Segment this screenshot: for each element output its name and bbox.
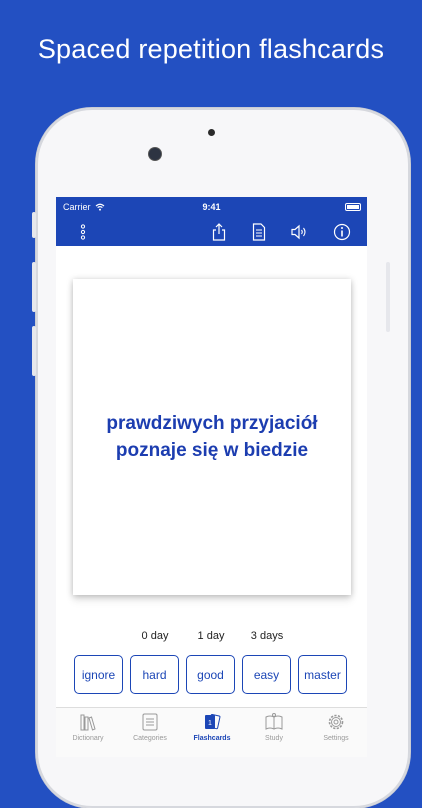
- status-bar: Carrier 9:41: [56, 197, 367, 217]
- mute-switch: [32, 212, 36, 238]
- good-button[interactable]: good: [186, 655, 235, 694]
- books-icon: [80, 714, 96, 731]
- study-icon: [265, 713, 283, 730]
- tab-categories[interactable]: Categories: [119, 712, 181, 742]
- volume-up-button: [32, 262, 36, 312]
- tab-label: Settings: [323, 735, 349, 742]
- tab-label: Study: [265, 735, 283, 742]
- tab-study[interactable]: Study: [243, 712, 305, 742]
- flashcard-line-2: poznaje się w biedzie: [115, 440, 309, 461]
- interval-label-easy: 3 days: [250, 630, 284, 642]
- tab-flashcards[interactable]: 1 Flashcards: [181, 712, 243, 742]
- document-icon[interactable]: [250, 223, 268, 241]
- flashcard-line-1: prawdziwych przyjaciół: [106, 413, 318, 434]
- power-button: [386, 262, 390, 332]
- front-camera: [149, 148, 161, 160]
- flashcards-icon: 1: [205, 713, 221, 730]
- tab-dictionary[interactable]: Dictionary: [57, 712, 119, 742]
- tab-label: Categories: [133, 735, 167, 742]
- interval-label-hard: 0 day: [141, 630, 169, 642]
- tab-settings[interactable]: Settings: [305, 712, 367, 742]
- front-sensor: [208, 129, 215, 136]
- interval-label-good: 1 day: [197, 630, 225, 642]
- app-screen: Carrier 9:41 prawdziwych przyjaciół pozn…: [56, 197, 367, 757]
- hard-button[interactable]: hard: [130, 655, 179, 694]
- tab-label: Flashcards: [193, 735, 231, 742]
- list-icon: [142, 713, 158, 731]
- flashcard[interactable]: prawdziwych przyjaciół poznaje się w bie…: [73, 279, 351, 595]
- vertical-dots-icon[interactable]: [74, 223, 92, 241]
- ignore-button[interactable]: ignore: [74, 655, 123, 694]
- headline: Spaced repetition flashcards: [37, 34, 385, 64]
- flashcards-badge: 1: [208, 720, 212, 727]
- speaker-icon[interactable]: [290, 223, 308, 241]
- master-button[interactable]: master: [298, 655, 347, 694]
- volume-down-button: [32, 326, 36, 376]
- flashcard-text: prawdziwych przyjaciół poznaje się w bie…: [73, 410, 351, 464]
- battery-icon: [345, 203, 361, 211]
- share-icon[interactable]: [210, 223, 228, 241]
- info-icon[interactable]: [333, 223, 351, 241]
- tab-label: Dictionary: [72, 735, 104, 742]
- easy-button[interactable]: easy: [242, 655, 291, 694]
- toolbar: [56, 217, 367, 246]
- gear-icon: [328, 714, 344, 730]
- clock: 9:41: [202, 202, 221, 212]
